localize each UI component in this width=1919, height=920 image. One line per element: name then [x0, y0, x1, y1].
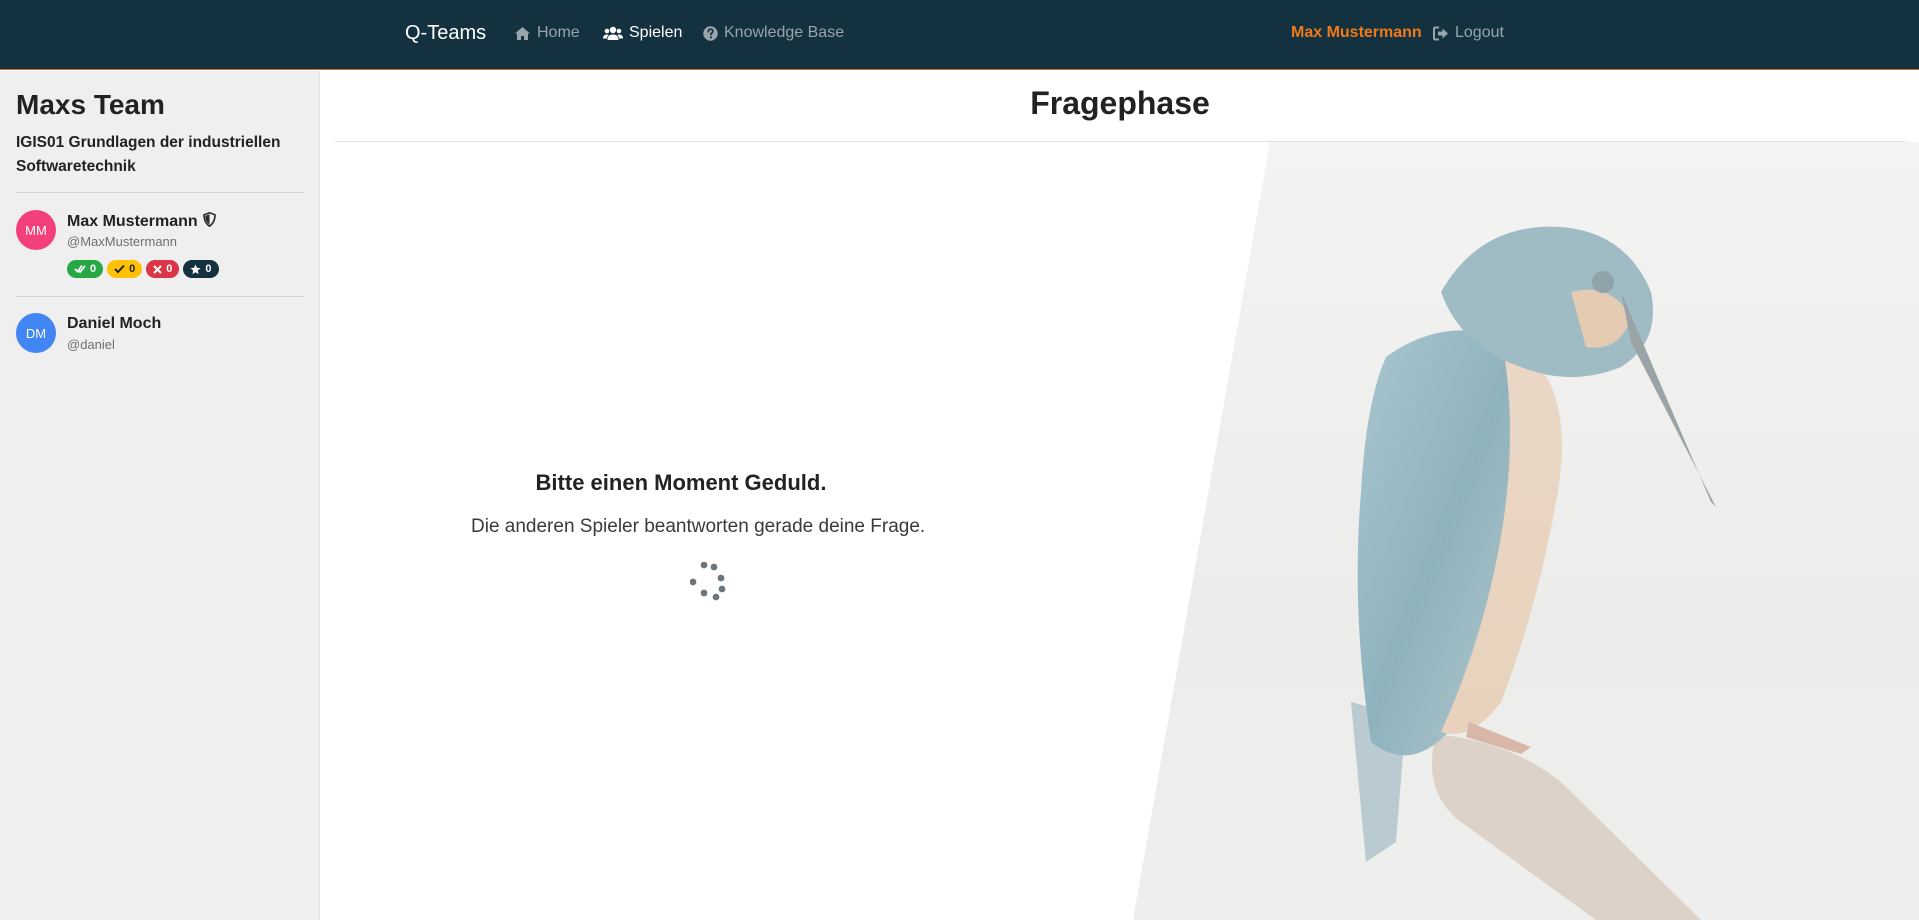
badge-partial: 0 [107, 260, 143, 278]
sign-out-icon [1433, 26, 1449, 41]
sidebar-divider [16, 192, 304, 193]
main-content: Fragephase Bitte einen Moment Geduld. Di… [321, 71, 1919, 920]
nav-spielen-label: Spielen [629, 24, 683, 41]
star-icon [190, 264, 201, 275]
course-name: IGIS01 Grundlagen der industriellen Soft… [16, 134, 281, 175]
logout-label: Logout [1455, 24, 1504, 41]
badge-correct: 0 [67, 260, 104, 278]
score-badges: 0 0 0 0 [67, 260, 219, 278]
team-sidebar: Maxs Team IGIS01 Grundlagen der industri… [0, 71, 320, 920]
avatar: MM [16, 210, 56, 250]
badge-star: 0 [183, 260, 219, 278]
top-navbar: Q-Teams Home Spielen Knowledge Base Max … [0, 0, 1919, 70]
waiting-text: Die anderen Spieler beantworten gerade d… [471, 516, 926, 537]
waiting-message: Bitte einen Moment Geduld. Die anderen S… [471, 470, 926, 538]
x-icon [153, 264, 162, 274]
nav-knowledge-base-label: Knowledge Base [724, 24, 845, 41]
user-menu-link[interactable]: Max Mustermann [1291, 24, 1422, 42]
member-name: Max Mustermann [67, 211, 216, 232]
loading-spinner-icon [690, 562, 726, 601]
member-handle: @MaxMustermann [67, 234, 178, 249]
avatar: DM [16, 313, 56, 353]
member-name: Daniel Moch [67, 315, 161, 333]
badge-partial-value: 0 [129, 263, 136, 275]
title-divider [335, 141, 1905, 142]
member-name-text: Daniel Moch [67, 315, 162, 332]
member-name-text: Max Mustermann [67, 213, 198, 230]
brand-link[interactable]: Q-Teams [405, 22, 486, 45]
badge-wrong-value: 0 [166, 263, 173, 275]
check-icon [114, 264, 125, 274]
shield-icon [202, 211, 216, 232]
sidebar-divider [16, 296, 304, 297]
question-circle-icon [703, 25, 718, 41]
nav-knowledge-base-link[interactable]: Knowledge Base [703, 24, 844, 42]
member-handle: @daniel [67, 337, 115, 352]
users-icon [603, 26, 623, 41]
team-name: Maxs Team [16, 89, 165, 120]
nav-home-link[interactable]: Home [514, 24, 580, 42]
home-icon [514, 26, 531, 41]
double-check-icon [74, 264, 86, 274]
logout-link[interactable]: Logout [1433, 24, 1504, 42]
nav-spielen-link[interactable]: Spielen [603, 24, 682, 42]
badge-correct-value: 0 [90, 263, 97, 275]
badge-wrong: 0 [146, 260, 180, 278]
nav-home-label: Home [537, 24, 580, 41]
page-title: Fragephase [1030, 85, 1210, 121]
waiting-title: Bitte einen Moment Geduld. [535, 470, 827, 495]
badge-star-value: 0 [205, 263, 212, 275]
